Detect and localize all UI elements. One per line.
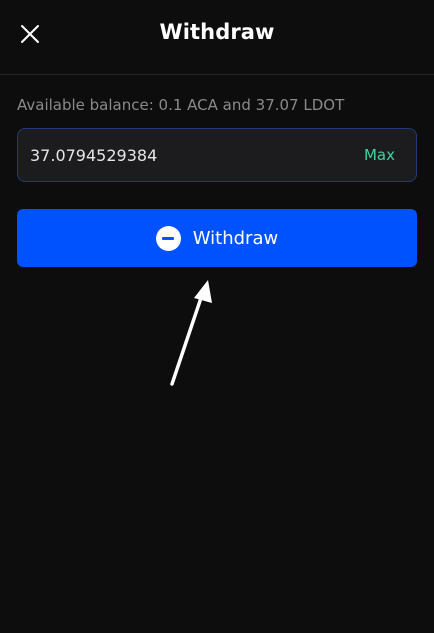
withdraw-button-label: Withdraw bbox=[192, 227, 279, 249]
withdraw-button[interactable]: Withdraw bbox=[17, 209, 417, 267]
arrow-pointer-icon bbox=[170, 280, 212, 386]
max-button[interactable]: Max bbox=[364, 129, 395, 181]
available-balance-text: Available balance: 0.1 ACA and 37.07 LDO… bbox=[17, 96, 345, 114]
amount-field: Max bbox=[17, 128, 417, 182]
amount-input[interactable] bbox=[30, 129, 330, 181]
header: Withdraw bbox=[0, 0, 434, 75]
minus-circle-icon bbox=[155, 225, 181, 251]
withdraw-screen: Withdraw Available balance: 0.1 ACA and … bbox=[0, 0, 434, 633]
page-title: Withdraw bbox=[159, 20, 275, 44]
